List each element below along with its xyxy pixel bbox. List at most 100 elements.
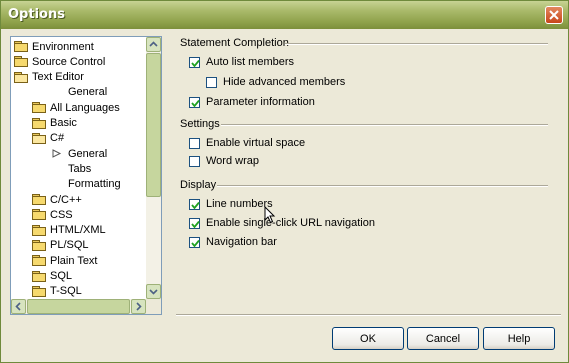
- parameter-information-checkbox[interactable]: [189, 96, 200, 108]
- option-label: Auto list members: [206, 56, 295, 68]
- group-divider: [285, 43, 548, 45]
- tree-item-label: General: [68, 147, 108, 160]
- tree-item-label: General: [68, 86, 108, 99]
- tree-item-label: CSS: [50, 208, 73, 221]
- navigation-bar-option[interactable]: Navigation bar: [189, 236, 277, 248]
- tree-vertical-scrollbar[interactable]: [146, 37, 161, 299]
- tree-item-label: C/C++: [50, 193, 82, 206]
- tree-item[interactable]: SQL: [32, 269, 72, 284]
- chevron-up-icon: [149, 41, 158, 47]
- tree-item-label: Text Editor: [32, 71, 84, 84]
- statement-completion-title: Statement Completion: [180, 37, 289, 49]
- check-icon: [191, 220, 200, 228]
- title-bar[interactable]: Options: [1, 1, 568, 29]
- tree-item[interactable]: Tabs: [50, 161, 91, 176]
- options-dialog: Options Environment Source Control Text Ed…: [0, 0, 569, 363]
- line-numbers-checkbox[interactable]: [189, 198, 200, 210]
- tree-item[interactable]: Text Editor: [14, 70, 84, 85]
- group-divider: [221, 124, 548, 126]
- button-divider: [176, 314, 561, 316]
- scroll-up-button[interactable]: [146, 37, 161, 52]
- tree-item[interactable]: T-SQL: [32, 284, 82, 299]
- option-label: Word wrap: [206, 155, 259, 167]
- tree-horizontal-scrollbar[interactable]: [11, 299, 146, 314]
- tree-item[interactable]: Basic: [32, 116, 77, 131]
- cancel-button[interactable]: Cancel: [407, 327, 479, 350]
- auto-list-members-option[interactable]: Auto list members: [189, 56, 294, 68]
- tree-item[interactable]: Environment: [14, 39, 94, 54]
- folder-icon: [32, 194, 46, 205]
- help-button[interactable]: Help: [483, 327, 555, 350]
- hide-advanced-members-option[interactable]: Hide advanced members: [206, 76, 345, 88]
- folder-open-icon: [14, 71, 28, 83]
- close-icon: [549, 10, 559, 20]
- mouse-cursor-icon: [264, 206, 276, 224]
- scroll-thumb[interactable]: [146, 53, 161, 197]
- tree-item-label: T-SQL: [50, 285, 82, 298]
- folder-icon: [32, 224, 46, 236]
- folder-icon: [32, 117, 46, 129]
- ok-button[interactable]: OK: [332, 327, 404, 350]
- tree-item[interactable]: Plain Text: [32, 253, 98, 268]
- folder-icon: [14, 56, 28, 68]
- folder-icon: [32, 239, 46, 251]
- check-icon: [191, 99, 200, 107]
- folder-icon: [32, 270, 46, 282]
- tree-item[interactable]: C#: [32, 131, 64, 146]
- enable-virtual-space-option[interactable]: Enable virtual space: [189, 137, 305, 149]
- chevron-left-icon: [15, 302, 21, 311]
- check-icon: [191, 59, 200, 67]
- group-divider: [217, 185, 548, 187]
- tree-item[interactable]: CSS: [32, 207, 73, 222]
- scroll-down-button[interactable]: [146, 284, 161, 299]
- tree-item[interactable]: General: [50, 146, 107, 161]
- option-label: Hide advanced members: [223, 76, 346, 88]
- arrow-icon: [52, 149, 62, 158]
- tree-item-label: Plain Text: [50, 254, 98, 267]
- chevron-down-icon: [149, 289, 158, 295]
- word-wrap-option[interactable]: Word wrap: [189, 155, 259, 167]
- tree-item[interactable]: All Languages: [32, 100, 120, 115]
- tree-item-label: Environment: [32, 40, 94, 53]
- tree-item[interactable]: PL/SQL: [32, 238, 89, 253]
- tree-item-label: Basic: [50, 117, 77, 129]
- option-label: Navigation bar: [206, 236, 277, 248]
- tree-item[interactable]: C/C++: [32, 192, 82, 207]
- option-label: Enable virtual space: [206, 137, 306, 149]
- check-icon: [191, 239, 200, 247]
- scroll-left-button[interactable]: [11, 299, 26, 314]
- horizontal-scroll-thumb[interactable]: [27, 299, 130, 314]
- single-click-url-option[interactable]: Enable single-click URL navigation: [189, 217, 375, 229]
- settings-title: Settings: [180, 118, 220, 130]
- hide-advanced-members-checkbox[interactable]: [206, 76, 217, 88]
- scroll-right-button[interactable]: [131, 299, 146, 314]
- enable-virtual-space-checkbox[interactable]: [189, 137, 200, 149]
- tree-item[interactable]: HTML/XML: [32, 223, 106, 238]
- word-wrap-checkbox[interactable]: [189, 155, 200, 167]
- folder-open-icon: [32, 132, 46, 144]
- tree-item-label: Formatting: [68, 178, 121, 191]
- single-click-url-checkbox[interactable]: [189, 217, 200, 229]
- folder-icon: [32, 209, 46, 221]
- tree-item-label: All Languages: [50, 101, 120, 114]
- folder-icon: [32, 102, 46, 114]
- chevron-right-icon: [136, 302, 142, 311]
- scroll-corner: [146, 299, 161, 314]
- tree-item-label: PL/SQL: [50, 239, 89, 252]
- line-numbers-option[interactable]: Line numbers: [189, 198, 273, 210]
- check-icon: [191, 201, 200, 209]
- tree-item-label: HTML/XML: [50, 224, 106, 237]
- tree-item-label: C#: [50, 132, 65, 145]
- tree-item-label: Tabs: [68, 162, 92, 175]
- option-label: Line numbers: [206, 198, 273, 210]
- tree-item-label: Source Control: [32, 55, 106, 68]
- options-tree[interactable]: Environment Source Control Text Editor Gene…: [10, 36, 162, 315]
- option-label: Enable single-click URL navigation: [206, 217, 375, 229]
- navigation-bar-checkbox[interactable]: [189, 236, 200, 248]
- tree-item[interactable]: Formatting: [50, 177, 121, 192]
- close-button[interactable]: [545, 6, 563, 24]
- auto-list-members-checkbox[interactable]: [189, 56, 200, 68]
- parameter-information-option[interactable]: Parameter information: [189, 96, 315, 108]
- tree-item[interactable]: General: [50, 85, 107, 100]
- tree-item[interactable]: Source Control: [14, 54, 105, 69]
